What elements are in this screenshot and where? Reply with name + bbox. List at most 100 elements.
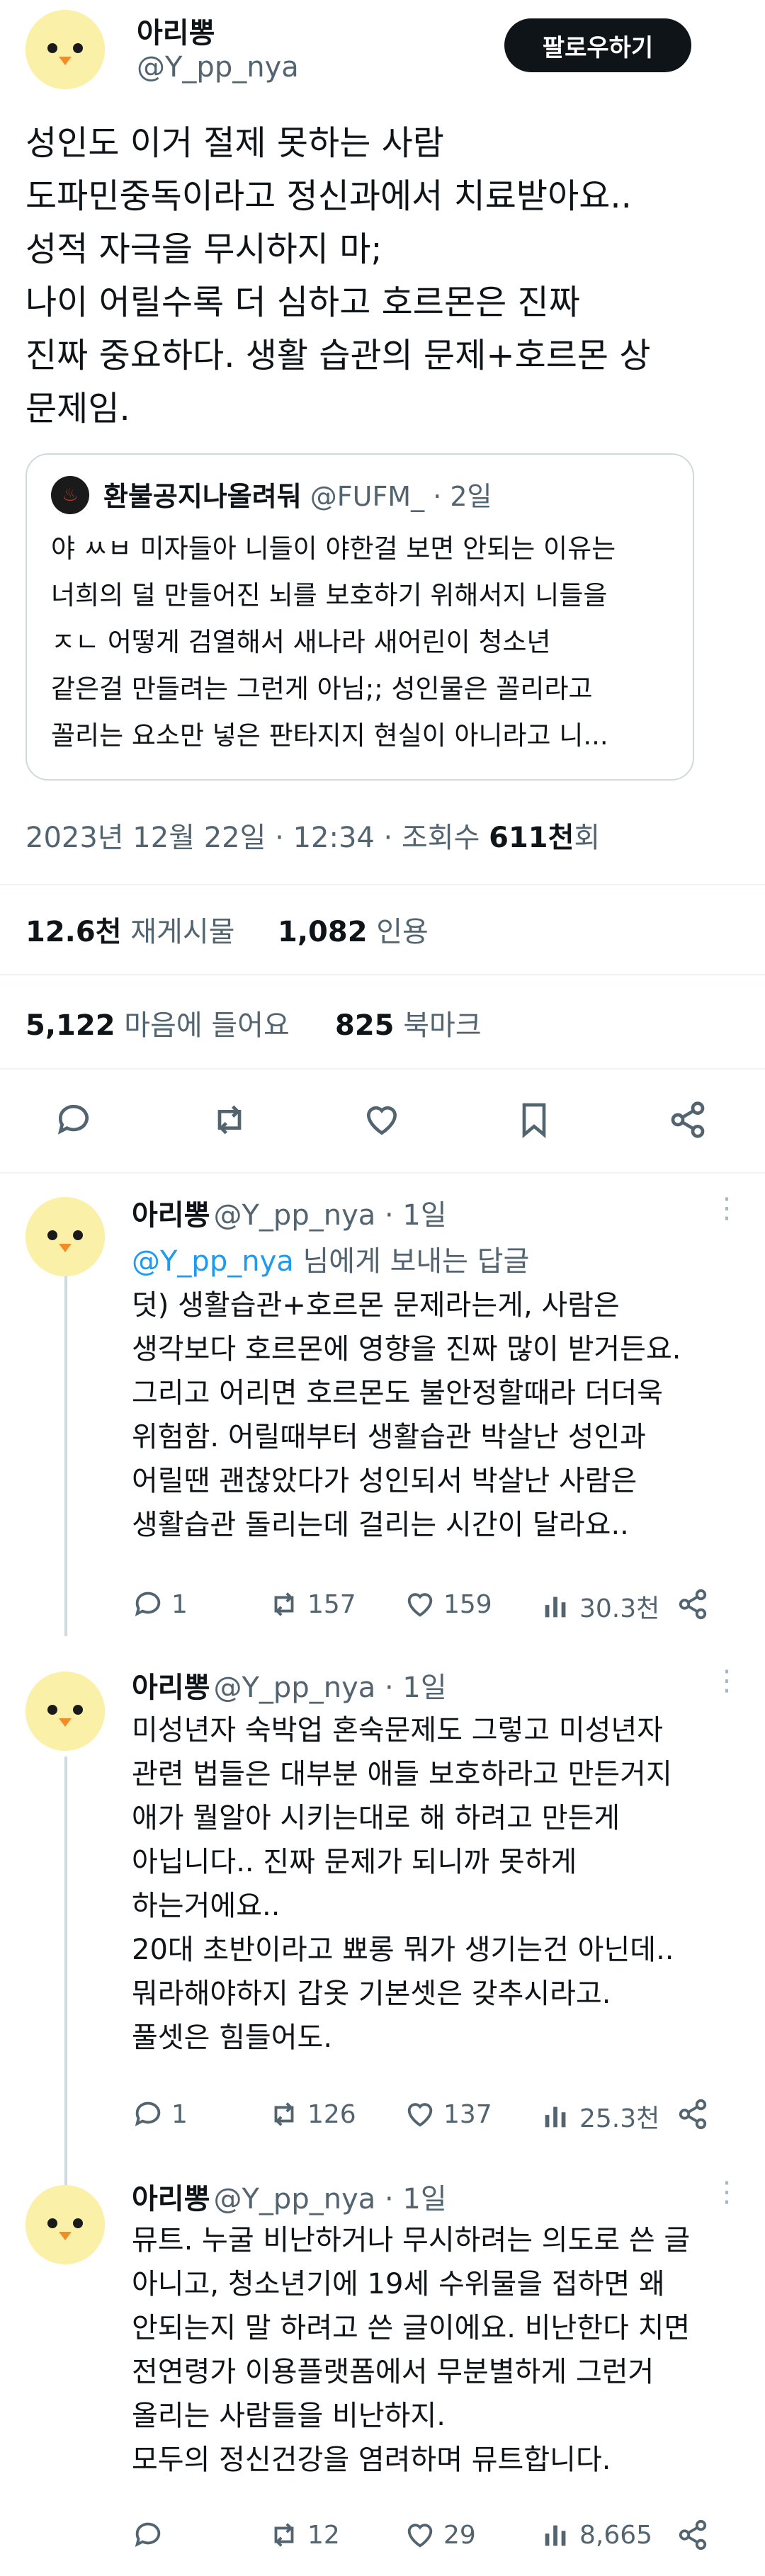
heart-icon[interactable] [362, 1100, 402, 1140]
like-stat[interactable]: 5,122 마음에 들어요 [26, 1002, 290, 1043]
more-icon[interactable]: ⋮ [713, 1664, 741, 1697]
reply-author-name[interactable]: 아리뽕 [132, 1199, 210, 1232]
more-icon[interactable]: ⋮ [713, 1192, 741, 1225]
quoted-avatar-glyph-icon: ♨ [62, 484, 79, 506]
like-count[interactable]: 159 [404, 1588, 492, 1621]
reply-meta: @Y_pp_nya · 1일 [213, 2183, 447, 2215]
quoted-author-avatar: ♨ [51, 476, 89, 514]
bookmark-stat[interactable]: 825 북마크 [335, 1002, 482, 1043]
like-count[interactable]: 137 [404, 2098, 492, 2130]
view-count-suffix: 회 [574, 822, 601, 854]
quoted-tweet-text: 야 ㅆㅂ 미자들아 니들이 야한걸 보면 안되는 이유는 너희의 덜 만들어진 … [51, 533, 616, 751]
bookmark-label: 북마크 [403, 1009, 482, 1042]
quoted-tweet-card[interactable]: ♨ 환불공지나올려둬 @FUFM_ · 2일 야 ㅆㅂ 미자들아 니들이 야한걸… [26, 453, 694, 781]
reply-author-name[interactable]: 아리뽕 [132, 1672, 210, 1704]
reply-icon [135, 2522, 161, 2547]
chick-face-icon [26, 2185, 105, 2264]
views-count-value: 25.3천 [579, 2104, 660, 2133]
reply-icon[interactable] [54, 1100, 94, 1140]
thread-connector [64, 1757, 67, 2196]
share-icon [679, 2099, 707, 2130]
quoted-author-name: 환불공지나올려둬 [103, 481, 302, 512]
retweet-count[interactable]: 12 [268, 2519, 340, 2551]
quoted-tweet-time: · 2일 [433, 481, 492, 512]
retweet-icon [274, 1592, 294, 1616]
reply-count[interactable]: 1 [132, 2098, 188, 2130]
thread-connector [64, 1275, 67, 1636]
reply-text: 덧) 생활습관+호르몬 문제라는게, 사람은 생각보다 호르몬에 영향을 진짜 … [132, 1289, 681, 1541]
reply-header: 아리뽕 @Y_pp_nya · 1일 [132, 1664, 447, 1706]
quote-count: 1,082 [278, 916, 368, 948]
views-count[interactable]: 8,665 [540, 2519, 652, 2551]
divider [0, 1068, 765, 1069]
reply-author-name[interactable]: 아리뽕 [132, 2183, 210, 2215]
reply-to-suffix: 님에게 보내는 답글 [293, 1245, 530, 1278]
tweet-text: 성인도 이거 절제 못하는 사람 도파민중독이라고 정신과에서 치료받아요.. … [26, 123, 651, 429]
chick-face-icon [26, 1197, 105, 1276]
divider [0, 884, 765, 885]
reply-count[interactable] [132, 2519, 171, 2551]
retweet-icon[interactable] [210, 1100, 249, 1140]
retweet-icon [274, 2523, 294, 2547]
share-icon[interactable] [668, 1100, 708, 1140]
heart-icon [407, 1593, 433, 1617]
bookmark-count: 825 [335, 1009, 395, 1042]
views-icon [545, 2525, 566, 2546]
quoted-author-handle: @FUFM_ [310, 481, 425, 512]
reply-meta: @Y_pp_nya · 1일 [213, 1672, 447, 1704]
views-count[interactable]: 25.3천 [540, 2098, 659, 2135]
reply-meta: @Y_pp_nya · 1일 [213, 1199, 447, 1232]
reply-to-line: @Y_pp_nya 님에게 보내는 답글 [132, 1238, 529, 1279]
author-name[interactable]: 아리뽕 [137, 10, 215, 51]
more-icon[interactable]: ⋮ [713, 2176, 741, 2208]
reply-text: 뮤트. 누굴 비난하거나 무시하려는 의도로 쓴 글 아니고, 청소년기에 19… [132, 2224, 691, 2476]
like-count-value: 137 [443, 2099, 492, 2129]
share-icon [679, 1589, 707, 1620]
retweet-count[interactable]: 126 [268, 2098, 356, 2130]
author-handle[interactable]: @Y_pp_nya [137, 51, 299, 84]
retweet-count-value: 157 [307, 1589, 356, 1619]
follow-button[interactable]: 팔로우하기 [504, 18, 691, 72]
reply-avatar[interactable] [26, 2185, 105, 2264]
reply-icon [135, 1591, 161, 1616]
reply-avatar[interactable] [26, 1672, 105, 1751]
views-count-value: 8,665 [579, 2520, 653, 2550]
quoted-tweet-header: 환불공지나올려둬 @FUFM_ · 2일 [103, 475, 492, 514]
like-count-value: 29 [443, 2520, 476, 2550]
retweet-label: 재게시물 [130, 916, 235, 948]
quote-label: 인용 [376, 916, 429, 948]
like-count-value: 159 [443, 1589, 492, 1619]
main-avatar[interactable] [26, 10, 105, 89]
retweet-icon [274, 2102, 294, 2126]
retweet-count-value: 12 [307, 2520, 340, 2550]
divider [0, 974, 765, 975]
views-count-value: 30.3천 [579, 1594, 660, 1623]
like-count: 5,122 [26, 1009, 115, 1042]
reply-text: 미성년자 숙박업 혼숙문제도 그렇고 미성년자 관련 법들은 대부분 애들 보호… [132, 1714, 674, 2054]
views-count[interactable]: 30.3천 [540, 1588, 659, 1625]
share-icon [679, 2519, 707, 2551]
tweet-timestamp: 2023년 12월 22일 · 12:34 · 조회수 611천회 [26, 815, 600, 856]
share-button[interactable] [676, 2098, 716, 2130]
heart-icon [407, 2524, 433, 2548]
views-icon [545, 1596, 566, 1618]
quote-stat[interactable]: 1,082 인용 [278, 909, 429, 950]
retweet-stat[interactable]: 12.6천 재게시물 [26, 909, 234, 950]
reply-header: 아리뽕 @Y_pp_nya · 1일 [132, 1192, 447, 1233]
like-count[interactable]: 29 [404, 2519, 476, 2551]
retweet-count-value: 126 [307, 2099, 356, 2129]
heart-icon [407, 2103, 433, 2127]
chick-face-icon [26, 1672, 105, 1751]
reply-count[interactable]: 1 [132, 1588, 188, 1621]
reply-to-handle[interactable]: @Y_pp_nya [132, 1245, 294, 1278]
share-button[interactable] [676, 1588, 716, 1621]
bookmark-icon[interactable] [514, 1100, 554, 1140]
view-count: 611천 [489, 822, 574, 854]
retweet-count: 12.6천 [26, 916, 122, 948]
chick-face-icon [26, 10, 105, 89]
share-button[interactable] [676, 2519, 716, 2551]
timestamp-text[interactable]: 2023년 12월 22일 · 12:34 · 조회수 [26, 822, 489, 854]
reply-count-value: 1 [171, 2099, 188, 2129]
reply-avatar[interactable] [26, 1197, 105, 1276]
retweet-count[interactable]: 157 [268, 1588, 356, 1621]
